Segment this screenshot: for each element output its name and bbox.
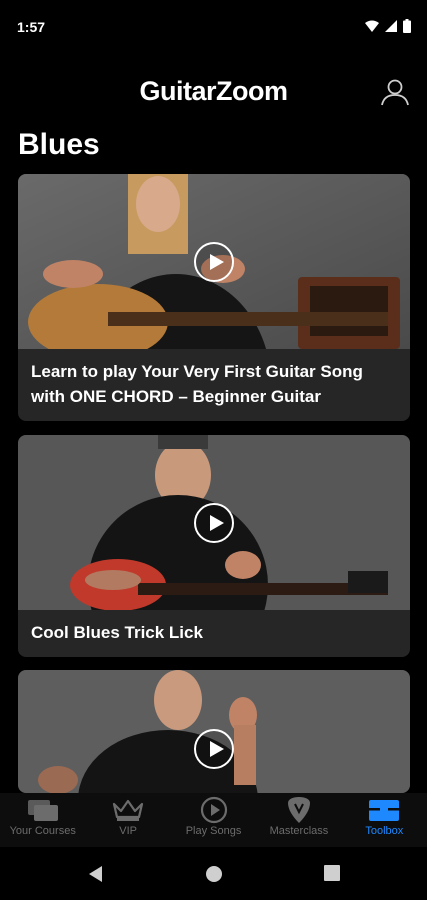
app-header: GuitarZoom <box>0 64 427 118</box>
video-title: Cool Blues Trick Lick <box>31 623 203 642</box>
bottom-tab-bar: Your Courses VIP Play Songs Masterclass <box>0 793 427 847</box>
cellular-signal-icon <box>385 20 397 32</box>
battery-icon <box>403 19 411 33</box>
tab-label: VIP <box>119 825 137 837</box>
video-card[interactable]: Learn to play Your Very First Guitar Son… <box>18 174 410 421</box>
status-icons <box>365 19 411 33</box>
guitar-pick-icon <box>282 797 316 823</box>
system-nav-bar <box>0 847 427 900</box>
profile-button[interactable] <box>379 76 411 108</box>
recents-icon[interactable] <box>324 865 340 881</box>
back-icon[interactable] <box>87 865 103 883</box>
tab-label: Toolbox <box>365 825 404 837</box>
status-time: 1:57 <box>17 19 46 35</box>
app-title: GuitarZoom <box>139 76 289 106</box>
toolbox-icon <box>367 797 401 823</box>
tab-toolbox[interactable]: Toolbox <box>342 793 427 847</box>
courses-icon <box>26 797 60 823</box>
home-icon[interactable] <box>205 865 223 883</box>
play-icon[interactable] <box>194 241 234 282</box>
play-icon[interactable] <box>194 728 234 769</box>
play-circle-icon <box>197 796 231 824</box>
video-title: Learn to play Your Very First Guitar Son… <box>31 362 363 406</box>
status-bar: 1:57 <box>0 0 427 52</box>
tab-your-courses[interactable]: Your Courses <box>0 793 85 847</box>
tab-play-songs[interactable]: Play Songs <box>171 793 256 847</box>
video-card[interactable]: Cool Blues Trick Lick <box>18 435 410 657</box>
tab-masterclass[interactable]: Masterclass <box>256 793 341 847</box>
crown-icon <box>111 797 145 823</box>
user-icon <box>381 79 409 106</box>
video-thumbnail[interactable] <box>18 670 410 793</box>
play-icon[interactable] <box>194 502 234 543</box>
wifi-icon <box>365 20 379 32</box>
tab-label: Masterclass <box>269 825 329 837</box>
tab-label: Your Courses <box>9 825 76 837</box>
tab-vip[interactable]: VIP <box>85 793 170 847</box>
video-card[interactable] <box>18 670 410 793</box>
video-thumbnail[interactable] <box>18 435 410 610</box>
tab-label: Play Songs <box>185 825 242 837</box>
video-thumbnail[interactable] <box>18 174 410 349</box>
section-title: Blues <box>18 128 100 161</box>
